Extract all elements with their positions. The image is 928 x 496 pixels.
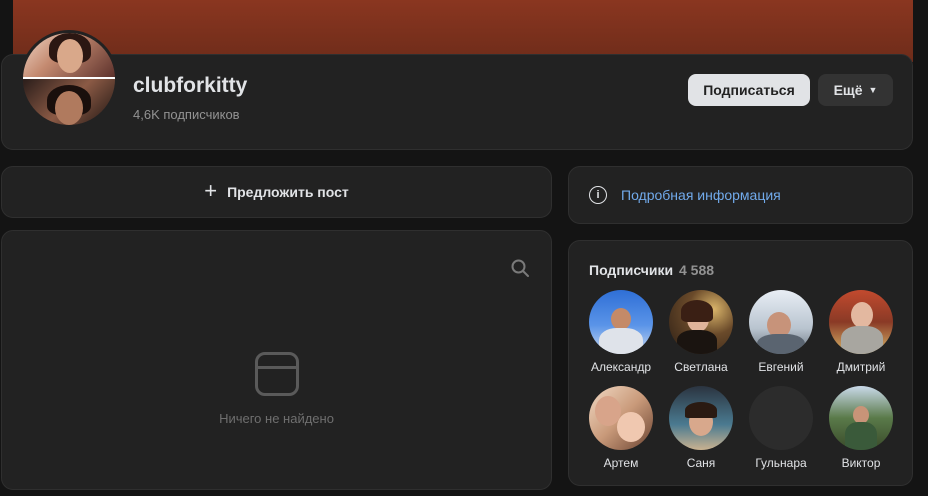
member-avatar xyxy=(749,386,813,450)
member-avatar xyxy=(589,290,653,354)
member-name: Евгений xyxy=(758,360,804,374)
more-button-label: Ещё xyxy=(833,82,863,98)
member-name: Артем xyxy=(603,456,639,470)
subscriber-count[interactable]: 4,6K подписчиков xyxy=(133,107,240,122)
member-item[interactable]: Саня xyxy=(661,386,741,470)
empty-feed-text: Ничего не найдено xyxy=(219,411,334,426)
member-item[interactable]: Евгений xyxy=(741,290,821,374)
plus-icon: + xyxy=(204,178,218,203)
suggest-post-label: Предложить пост xyxy=(227,184,349,200)
avatar-face-top xyxy=(57,39,83,73)
avatar-face-bottom xyxy=(55,91,83,125)
member-item[interactable]: Гульнара xyxy=(741,386,821,470)
info-icon: i xyxy=(589,186,607,204)
member-name: Саня xyxy=(686,456,716,470)
members-count: 4 588 xyxy=(679,262,715,278)
member-name: Гульнара xyxy=(755,456,807,470)
details-link[interactable]: Подробная информация xyxy=(621,187,781,203)
member-name: Светлана xyxy=(674,360,728,374)
empty-feed-icon xyxy=(255,352,299,396)
more-button[interactable]: Ещё ▼ xyxy=(818,74,893,106)
member-avatar xyxy=(669,386,733,450)
member-item[interactable]: Александр xyxy=(581,290,661,374)
subscribe-button[interactable]: Подписаться xyxy=(688,74,810,106)
chevron-down-icon: ▼ xyxy=(868,85,878,95)
posts-panel: Ничего не найдено xyxy=(1,230,552,490)
member-avatar xyxy=(589,386,653,450)
member-avatar xyxy=(669,290,733,354)
member-avatar xyxy=(829,386,893,450)
member-item[interactable]: Виктор xyxy=(821,386,901,470)
member-item[interactable]: Артем xyxy=(581,386,661,470)
member-avatar xyxy=(749,290,813,354)
member-item[interactable]: Светлана xyxy=(661,290,741,374)
group-avatar[interactable] xyxy=(20,30,118,128)
member-item[interactable]: Дмитрий xyxy=(821,290,901,374)
group-name: clubforkitty xyxy=(133,74,248,97)
member-name: Виктор xyxy=(841,456,881,470)
cover-image xyxy=(13,0,913,62)
member-name: Александр xyxy=(590,360,652,374)
members-panel: Подписчики 4 588 Александр Светлана Евге… xyxy=(568,240,913,486)
members-title[interactable]: Подписчики xyxy=(589,262,673,278)
search-icon[interactable] xyxy=(511,259,529,277)
member-name: Дмитрий xyxy=(836,360,886,374)
suggest-post-button[interactable]: + Предложить пост xyxy=(1,166,552,218)
details-card[interactable]: i Подробная информация xyxy=(568,166,913,224)
member-avatar xyxy=(829,290,893,354)
